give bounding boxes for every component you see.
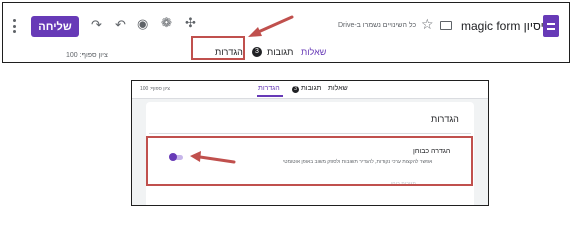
form-editor-header: שליחה ↷ ↶ ◉ ❁ ✣ כל השינויים נשמרו ב-Driv… [2,2,570,63]
forms-logo-icon [543,15,559,37]
tab-settings[interactable]: הגדרות [258,85,280,92]
tab-responses[interactable]: תגובות 3 [252,47,293,57]
more-vert-icon[interactable] [12,19,16,33]
redo-icon[interactable]: ↷ [91,18,102,32]
total-points: ציון ספוף: 100 [66,52,108,59]
tab-responses-label: תגובות [267,47,294,57]
settings-tab-highlight [191,36,245,60]
responses-count-badge: 3 [292,86,299,93]
responses-count-badge: 3 [252,47,262,57]
palette-icon[interactable]: ❁ [161,16,172,30]
save-status: כל השינויים נשמרו ב-Drive [338,22,417,29]
tab-questions[interactable]: שאלות [301,47,326,57]
star-icon[interactable]: ☆ [421,16,434,33]
tab-responses-label: תגובות [300,85,322,92]
tab-responses[interactable]: תגובות 3 [292,85,321,93]
settings-heading: הגדרות [431,114,459,124]
quiz-setting-highlight [146,136,473,186]
form-title[interactable]: ניסיון magic form [461,19,548,33]
active-tab-indicator [257,95,283,97]
send-button[interactable]: שליחה [31,16,79,37]
divider [149,133,471,134]
undo-icon[interactable]: ↶ [115,18,126,32]
folder-icon[interactable] [440,21,452,30]
settings-tab-bar: ציון ספוף: 100 שאלות תגובות 3 הגדרות [132,81,488,99]
eye-icon[interactable]: ◉ [137,17,148,31]
tab-questions[interactable]: שאלות [328,85,348,92]
puzzle-icon[interactable]: ✣ [185,16,196,30]
total-points: ציון ספוף: 100 [140,86,170,92]
